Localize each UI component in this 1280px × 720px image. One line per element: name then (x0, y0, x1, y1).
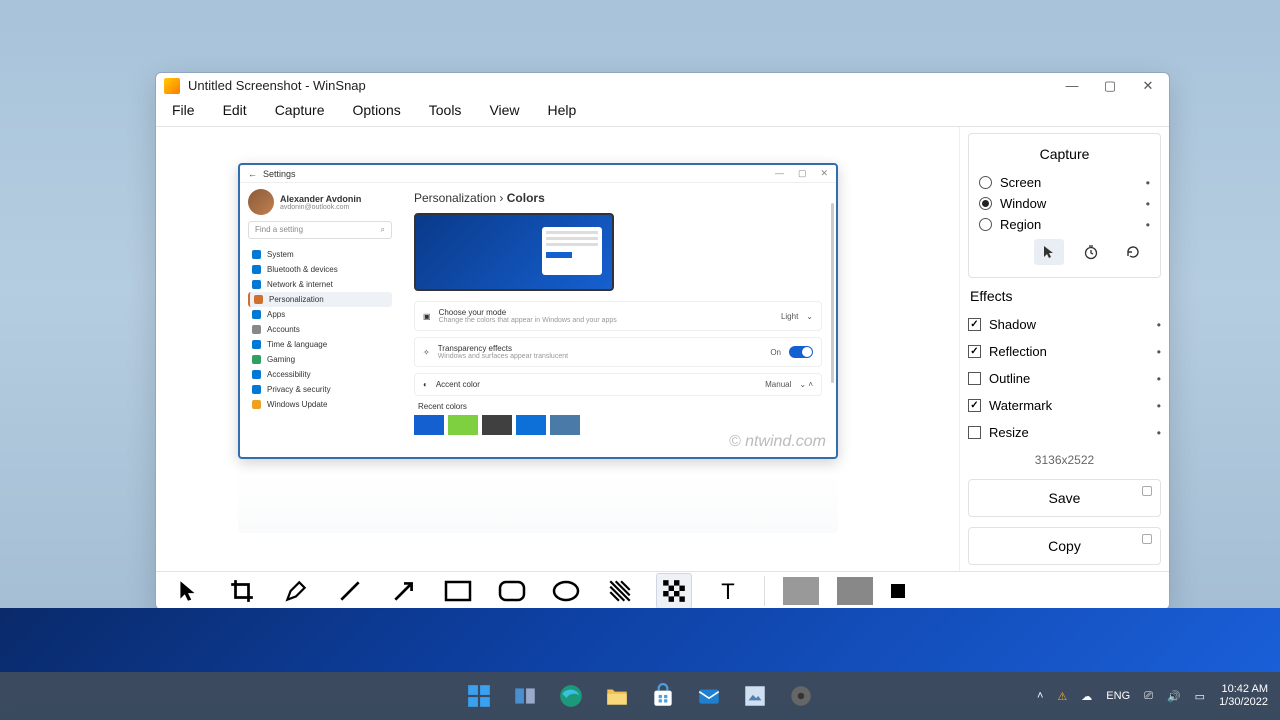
effect-watermark[interactable]: Watermark• (968, 395, 1161, 416)
maximize-button[interactable]: ▢ (1103, 79, 1117, 93)
user-name: Alexander Avdonin (280, 194, 361, 204)
settings-nav: System Bluetooth & devices Network & int… (248, 247, 392, 412)
pointer-tool-icon[interactable] (170, 573, 206, 609)
bottom-toolbar: T (156, 571, 1169, 609)
taskbar: ˄ ⚠ ☁ ENG ⎚ 🔊 ▭ 10:42 AM 1/30/2022 (0, 672, 1280, 720)
color-swatch-2[interactable] (837, 577, 873, 605)
capture-screen[interactable]: Screen• (979, 172, 1150, 193)
color-swatch-1[interactable] (783, 577, 819, 605)
theme-preview (414, 213, 614, 291)
edge-icon[interactable] (554, 679, 588, 713)
rect-tool-icon[interactable] (440, 573, 476, 609)
store-icon[interactable] (646, 679, 680, 713)
minimize-button[interactable]: — (1065, 79, 1079, 93)
crop-tool-icon[interactable] (224, 573, 260, 609)
ellipse-tool-icon[interactable] (548, 573, 584, 609)
roundrect-tool-icon[interactable] (494, 573, 530, 609)
shot-app-title: Settings (263, 169, 296, 179)
app-window: Untitled Screenshot - WinSnap — ▢ ✕ File… (155, 72, 1170, 610)
menu-edit[interactable]: Edit (223, 102, 247, 118)
color-swatch-3[interactable] (891, 584, 905, 598)
cursor-tool-icon[interactable] (1034, 239, 1064, 265)
watermark-text: © ntwind.com (729, 433, 826, 451)
blur-tool-icon[interactable] (602, 573, 638, 609)
menubar: File Edit Capture Options Tools View Hel… (156, 98, 1169, 126)
taskview-icon[interactable] (508, 679, 542, 713)
save-button[interactable]: Save (968, 479, 1161, 517)
repeat-icon[interactable] (1118, 239, 1148, 265)
menu-options[interactable]: Options (353, 102, 401, 118)
weather-icon[interactable]: ☁ (1081, 690, 1092, 703)
menu-help[interactable]: Help (548, 102, 577, 118)
pixelate-tool-icon[interactable] (656, 573, 692, 609)
menu-file[interactable]: File (172, 102, 195, 118)
settings-taskbar-icon[interactable] (784, 679, 818, 713)
copy-button[interactable]: Copy (968, 527, 1161, 565)
arrow-tool-icon[interactable] (386, 573, 422, 609)
clock-time[interactable]: 10:42 AM (1219, 683, 1268, 696)
close-button[interactable]: ✕ (1141, 79, 1155, 93)
winsnap-taskbar-icon[interactable] (738, 679, 772, 713)
menu-capture[interactable]: Capture (275, 102, 325, 118)
explorer-icon[interactable] (600, 679, 634, 713)
mail-icon[interactable] (692, 679, 726, 713)
clock-date[interactable]: 1/30/2022 (1219, 696, 1268, 709)
image-dimensions: 3136x2522 (968, 449, 1161, 469)
canvas-area[interactable]: ← Settings —▢✕ Alexander Avdonin avdonin… (156, 126, 959, 571)
capture-region[interactable]: Region• (979, 214, 1150, 235)
battery-icon[interactable]: ▭ (1195, 690, 1205, 703)
start-icon[interactable] (462, 679, 496, 713)
captured-screenshot: ← Settings —▢✕ Alexander Avdonin avdonin… (238, 163, 838, 459)
effect-reflection[interactable]: Reflection• (968, 341, 1161, 362)
side-panel: Capture Screen• Window• Region• Effects … (959, 126, 1169, 571)
avatar (248, 189, 274, 215)
text-tool-icon[interactable]: T (710, 573, 746, 609)
timer-icon[interactable] (1076, 239, 1106, 265)
window-title: Untitled Screenshot - WinSnap (188, 78, 1065, 93)
language-indicator[interactable]: ENG (1106, 690, 1130, 702)
line-tool-icon[interactable] (332, 573, 368, 609)
effect-resize[interactable]: Resize• (968, 422, 1161, 443)
network-icon[interactable]: ⎚ (1144, 690, 1153, 703)
onedrive-icon[interactable]: ⚠ (1057, 690, 1067, 703)
reflection-effect (238, 473, 838, 533)
titlebar: Untitled Screenshot - WinSnap — ▢ ✕ (156, 73, 1169, 98)
capture-window[interactable]: Window• (979, 193, 1150, 214)
desktop-wallpaper (0, 608, 1280, 672)
effect-outline[interactable]: Outline• (968, 368, 1161, 389)
search-input: Find a setting⌕ (248, 221, 392, 239)
tray-chevron-icon[interactable]: ˄ (1037, 690, 1043, 702)
menu-view[interactable]: View (489, 102, 519, 118)
menu-tools[interactable]: Tools (429, 102, 462, 118)
app-icon (164, 78, 180, 94)
system-tray: ˄ ⚠ ☁ ENG ⎚ 🔊 ▭ 10:42 AM 1/30/2022 (1037, 683, 1268, 709)
svg-text:T: T (721, 579, 734, 603)
pen-tool-icon[interactable] (278, 573, 314, 609)
effects-header: Effects (968, 284, 1161, 308)
effect-shadow[interactable]: Shadow• (968, 314, 1161, 335)
capture-header: Capture (979, 142, 1150, 172)
user-email: avdonin@outlook.com (280, 204, 361, 211)
volume-icon[interactable]: 🔊 (1167, 690, 1181, 703)
back-icon: ← (248, 169, 257, 179)
